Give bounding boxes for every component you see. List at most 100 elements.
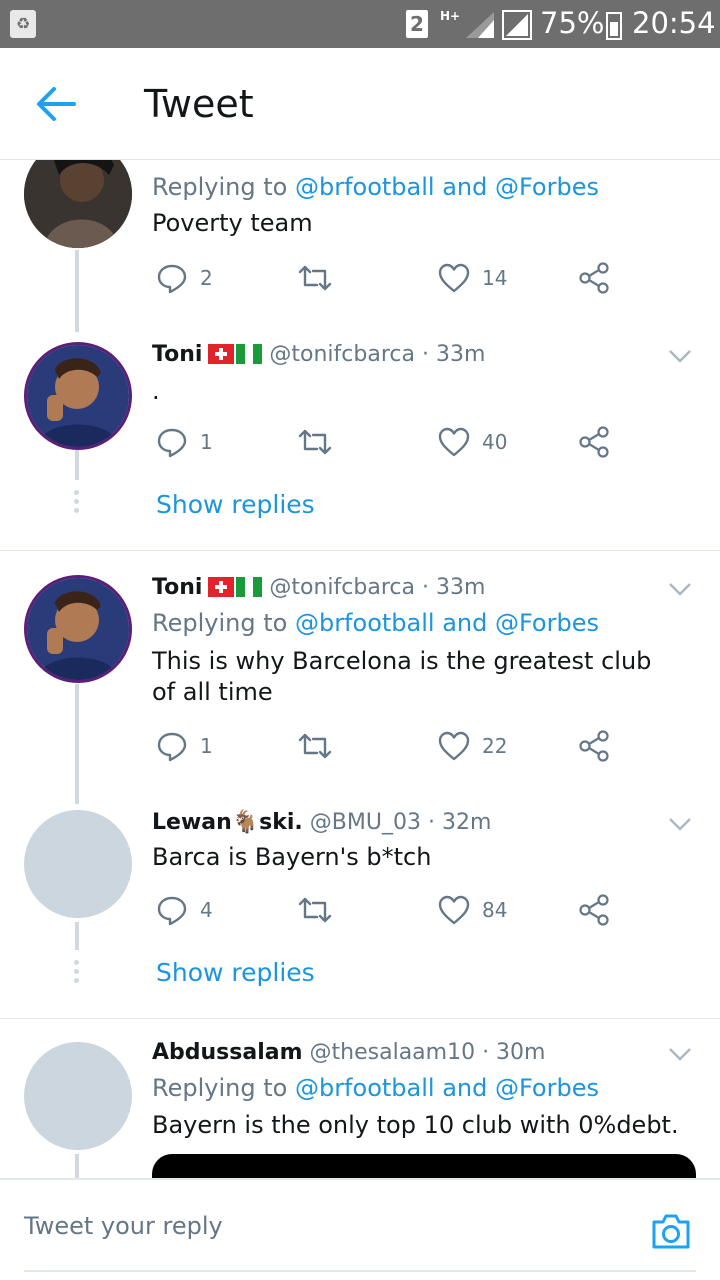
handle-time: @BMU_03 · 32m xyxy=(309,810,492,835)
chevron-down-icon[interactable] xyxy=(668,816,692,832)
like-button[interactable]: 40 xyxy=(438,422,507,462)
nigeria-flag-icon xyxy=(236,344,263,364)
signal-icon-2 xyxy=(502,10,532,40)
signal-icon xyxy=(466,12,494,38)
divider xyxy=(0,550,720,551)
retweet-icon xyxy=(298,429,332,455)
tweet-header: Toni @tonifcbarca · 33m xyxy=(152,575,485,600)
like-count: 84 xyxy=(482,898,508,922)
reply-count: 1 xyxy=(200,734,213,758)
swiss-flag-icon xyxy=(208,344,235,364)
retweet-button[interactable] xyxy=(298,726,332,766)
app-header: Tweet xyxy=(0,48,720,160)
status-bar: ♻ 2 H+ 75% 20:54 xyxy=(0,0,720,48)
display-name[interactable]: Toni xyxy=(152,575,202,600)
mention-link[interactable]: @brfootball and @Forbes xyxy=(295,1074,599,1102)
reply-button[interactable]: 1 xyxy=(156,726,213,766)
thread-line xyxy=(75,684,79,804)
network-type: H+ xyxy=(440,9,461,23)
share-button[interactable] xyxy=(578,890,610,930)
handle-time: @tonifcbarca · 33m xyxy=(269,575,486,600)
reply-button[interactable]: 1 xyxy=(156,422,213,462)
battery-icon xyxy=(606,12,622,40)
like-icon xyxy=(438,731,470,761)
handle-time: @thesalaam10 · 30m xyxy=(309,1040,546,1065)
tweet-text: This is why Barcelona is the greatest cl… xyxy=(152,647,652,706)
avatar[interactable] xyxy=(24,342,132,450)
share-icon xyxy=(579,262,609,294)
like-icon xyxy=(438,263,470,293)
display-name[interactable]: Lewan🐐ski. xyxy=(152,810,303,835)
retweet-icon xyxy=(298,265,332,291)
like-count: 40 xyxy=(482,430,508,454)
reply-count: 1 xyxy=(200,430,213,454)
thread-line xyxy=(75,450,79,480)
input-underline xyxy=(24,1270,696,1272)
retweet-icon xyxy=(298,897,332,923)
replying-to: Replying to @brfootball and @Forbes xyxy=(152,1074,599,1102)
avatar[interactable] xyxy=(24,810,132,918)
avatar[interactable] xyxy=(24,160,132,248)
show-replies-link[interactable]: Show replies xyxy=(156,958,315,987)
swiss-flag-icon xyxy=(208,577,235,597)
tweet-actions: 1 40 xyxy=(152,422,622,462)
like-count: 14 xyxy=(482,266,508,290)
reply-count: 4 xyxy=(200,898,213,922)
tweet-header: Abdussalam @thesalaam10 · 30m xyxy=(152,1040,545,1065)
share-icon xyxy=(579,426,609,458)
replying-to: Replying to @brfootball and @Forbes xyxy=(152,173,599,201)
share-button[interactable] xyxy=(578,258,610,298)
retweet-button[interactable] xyxy=(298,890,332,930)
tweet-text: Barca is Bayern's b*tch xyxy=(152,843,432,871)
tweet-feed[interactable]: Replying to @brfootball and @Forbes Pove… xyxy=(0,160,720,1178)
replying-to: Replying to @brfootball and @Forbes xyxy=(152,609,599,637)
notification-icon: ♻ xyxy=(10,10,36,38)
avatar[interactable] xyxy=(24,1042,132,1150)
thread-line xyxy=(75,922,79,950)
camera-icon[interactable] xyxy=(650,1212,692,1250)
share-icon xyxy=(579,730,609,762)
like-button[interactable]: 84 xyxy=(438,890,507,930)
reply-button[interactable]: 2 xyxy=(156,258,213,298)
mention-link[interactable]: @brfootball and @Forbes xyxy=(295,173,599,201)
tweet-text: Poverty team xyxy=(152,209,313,237)
chevron-down-icon[interactable] xyxy=(668,348,692,364)
like-icon xyxy=(438,427,470,457)
like-count: 22 xyxy=(482,734,508,758)
tweet-header: Lewan🐐ski. @BMU_03 · 32m xyxy=(152,810,491,835)
reply-icon xyxy=(157,896,187,926)
like-button[interactable]: 14 xyxy=(438,258,507,298)
clock: 20:54 xyxy=(632,6,716,40)
reply-icon xyxy=(157,732,187,762)
reply-button[interactable]: 4 xyxy=(156,890,213,930)
share-button[interactable] xyxy=(578,726,610,766)
chevron-down-icon[interactable] xyxy=(668,1046,692,1062)
share-button[interactable] xyxy=(578,422,610,462)
tweet-actions: 4 84 xyxy=(152,890,622,930)
retweet-button[interactable] xyxy=(298,422,332,462)
like-button[interactable]: 22 xyxy=(438,726,507,766)
avatar[interactable] xyxy=(24,575,132,683)
show-replies-link[interactable]: Show replies xyxy=(156,490,315,519)
back-arrow-icon[interactable] xyxy=(34,84,78,124)
display-name[interactable]: Toni xyxy=(152,342,202,367)
tweet-actions: 2 14 xyxy=(152,258,622,298)
divider xyxy=(0,1018,720,1019)
handle-time: @tonifcbarca · 33m xyxy=(269,342,486,367)
reply-input[interactable]: Tweet your reply xyxy=(24,1212,584,1240)
nigeria-flag-icon xyxy=(236,577,263,597)
reply-count: 2 xyxy=(200,266,213,290)
thread-dots xyxy=(74,960,80,987)
thread-dots xyxy=(74,490,80,517)
display-name[interactable]: Abdussalam xyxy=(152,1040,303,1065)
share-icon xyxy=(579,894,609,926)
reply-bar: Tweet your reply xyxy=(0,1178,720,1280)
chevron-down-icon[interactable] xyxy=(668,581,692,597)
tweet-text: Bayern is the only top 10 club with 0%de… xyxy=(152,1111,679,1139)
retweet-button[interactable] xyxy=(298,258,332,298)
reply-icon xyxy=(157,264,187,294)
page-title: Tweet xyxy=(144,82,254,126)
media-preview[interactable] xyxy=(152,1154,696,1178)
thread-line xyxy=(75,250,79,332)
mention-link[interactable]: @brfootball and @Forbes xyxy=(295,609,599,637)
